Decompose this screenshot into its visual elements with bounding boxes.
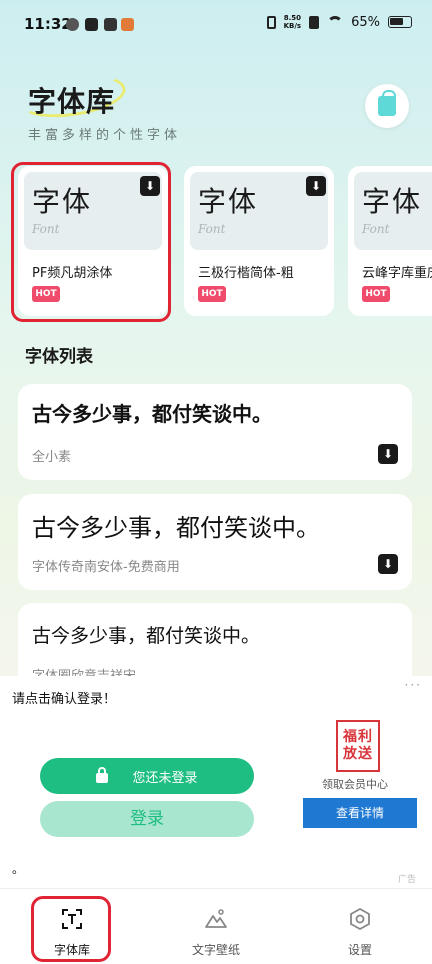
wechat-icon [66,18,79,31]
app-icon [104,18,117,31]
download-icon[interactable]: ⬇ [378,444,398,464]
featured-card[interactable]: 字体 Font 云峰字库重庆 HOT [348,166,432,316]
net-speed-unit: KB/s [283,22,302,30]
more-options[interactable]: ··· [405,678,422,692]
battery-icon [388,16,412,28]
page-title: 字体库 [28,85,116,118]
page-subtitle: 丰富多样的个性字体 [28,128,182,143]
tiktok-icon [85,18,98,31]
highlight-box-featured [11,162,171,322]
not-logged-in-label: 您还未登录 [132,770,198,786]
hot-badge: HOT [198,286,226,302]
vibrate-icon [266,15,276,29]
login-ad-panel: 请点击确认登录！ ··· 您还未登录 登录 福利 放送 领取会员中心 查看详情 … [0,676,432,888]
download-icon[interactable]: ⬇ [378,554,398,574]
status-bar: 11:32 8.50 KB/s 65% [0,0,432,52]
font-name: 云峰字库重庆 [362,266,432,281]
not-logged-in-button[interactable]: 您还未登录 [40,758,254,794]
badge-line-2: 放送 [343,746,373,762]
font-list-title: 字体列表 [25,347,93,367]
nav-text-wallpaper[interactable]: 文字壁纸 [166,889,266,964]
welfare-badge[interactable]: 福利 放送 [336,720,380,772]
login-button[interactable]: 登录 [40,801,254,837]
preview-glyphs: 字体 [362,185,423,218]
ad-label: 广告 [397,875,416,885]
font-sample: 古今多少事，都付笑谈中。 [32,402,272,426]
font-name: 全小素 [32,450,72,465]
font-name: 字体传奇南安体-免费商用 [32,560,180,575]
highlight-box-nav [31,896,111,962]
settings-icon [350,907,370,931]
login-prompt: 请点击确认登录！ [12,692,117,707]
net-speed-value: 8.50 [283,14,301,22]
nav-settings[interactable]: 设置 [310,889,410,964]
font-sample: 古今多少事，都付笑谈中。 [32,625,261,647]
nav-label: 设置 [347,943,372,957]
font-name: 三极行楷简体-粗 [198,266,294,281]
notification-icon [121,18,134,31]
trailing-dot: 。 [12,862,25,876]
preview-font-word: Font [198,222,226,236]
preview-font-word: Font [362,222,390,236]
store-button[interactable] [365,84,409,128]
status-time: 11:32 [24,15,72,33]
featured-card[interactable]: 字体 Font ⬇ 三极行楷简体-粗 HOT [184,166,334,316]
badge-line-1: 福利 [343,729,373,745]
view-details-button[interactable]: 查看详情 [303,798,417,828]
lock-icon [96,767,109,783]
preview-glyphs: 字体 [198,185,259,218]
wallpaper-icon [205,909,227,928]
font-list-item[interactable]: 古今多少事，都付笑谈中。 字体传奇南安体-免费商用 ⬇ [18,494,412,590]
font-sample: 古今多少事，都付笑谈中。 [32,514,320,542]
vip-center-text: 领取会员中心 [322,778,388,791]
net-speed: 8.50 KB/s [284,14,301,30]
wifi-icon [327,16,344,28]
battery-level: 65% [351,14,380,30]
nav-label: 文字壁纸 [191,943,240,957]
font-list-item[interactable]: 古今多少事，都付笑谈中。 全小素 ⬇ [18,384,412,480]
download-icon[interactable]: ⬇ [306,176,326,196]
sim-icon [309,15,320,29]
hot-badge: HOT [362,286,390,302]
shopping-bag-icon [378,90,396,116]
